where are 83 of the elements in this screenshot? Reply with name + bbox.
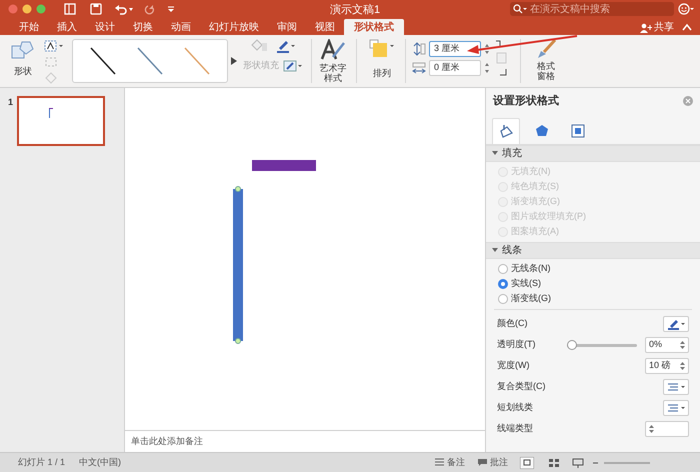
spinner-icon xyxy=(649,424,654,434)
slide-counter: 幻灯片 1 / 1 xyxy=(18,456,66,469)
width-icon xyxy=(412,61,426,75)
slide-thumbnail[interactable] xyxy=(17,96,106,146)
save-icon[interactable] xyxy=(90,3,102,15)
slider-thumb[interactable] xyxy=(567,340,577,350)
presenter-view-icon[interactable] xyxy=(572,458,584,468)
height-field[interactable]: 3 厘米 xyxy=(429,41,481,57)
window-title: 演示文稿1 xyxy=(330,2,380,18)
notes-button[interactable]: 备注 xyxy=(434,456,465,470)
number-field[interactable]: 10 磅 xyxy=(645,358,689,374)
gallery-more-icon[interactable] xyxy=(231,57,237,65)
pentagon-icon xyxy=(534,122,550,138)
shapes-icon xyxy=(11,39,35,61)
paintbrush-icon xyxy=(535,39,557,59)
caret-icon xyxy=(492,247,498,253)
property-label: 透明度(T) xyxy=(497,338,536,352)
share-button[interactable]: 共享 xyxy=(640,20,674,35)
ribbon-tab[interactable]: 开始 xyxy=(10,19,48,35)
pen-icon[interactable] xyxy=(275,39,297,53)
pane-title: 设置形状格式 xyxy=(493,94,559,109)
ribbon-tab[interactable]: 设计 xyxy=(86,19,124,35)
undo-icon[interactable] xyxy=(114,3,134,15)
letter-brush-icon xyxy=(320,39,346,61)
spinner-icon xyxy=(680,361,685,371)
property-label: 颜色(C) xyxy=(497,317,528,330)
shape-effects-icon[interactable] xyxy=(283,59,303,73)
ribbon-tab[interactable]: 插入 xyxy=(48,19,86,35)
sidebar-icon[interactable] xyxy=(64,3,76,15)
lines-icon xyxy=(667,403,685,413)
line-style-icon[interactable] xyxy=(88,46,117,76)
radio-option[interactable]: 实线(S) xyxy=(498,276,688,290)
width-field[interactable]: 0 厘米 xyxy=(429,60,481,76)
property-label: 线端类型 xyxy=(497,422,533,436)
redo-icon[interactable] xyxy=(144,3,156,15)
section-header[interactable]: 填充 xyxy=(486,144,700,162)
lines-icon xyxy=(667,382,685,392)
line-type-dropdown[interactable] xyxy=(663,379,689,395)
ribbon-tab[interactable]: 形状格式 xyxy=(344,19,404,35)
number-field[interactable] xyxy=(645,421,689,437)
spinner-icon xyxy=(680,340,685,350)
collapse-ribbon-icon[interactable] xyxy=(682,23,692,31)
grid-view-icon[interactable] xyxy=(548,458,560,468)
customize-caret-icon[interactable] xyxy=(166,4,176,14)
notes-icon xyxy=(434,458,445,467)
radio-option[interactable]: 渐变线(G) xyxy=(498,292,688,306)
comment-icon xyxy=(477,458,488,467)
transparency-field[interactable]: 0% xyxy=(645,337,689,353)
property-label: 复合类型(C) xyxy=(497,380,546,394)
section-header[interactable]: 线条 xyxy=(486,242,700,258)
line-type-dropdown[interactable] xyxy=(663,400,689,416)
property-label: 宽度(W) xyxy=(497,359,530,372)
pane-tab[interactable] xyxy=(492,118,520,144)
property-label: 短划线类 xyxy=(497,401,533,414)
arrange-button[interactable]: 排列 xyxy=(369,39,395,80)
normal-view-icon[interactable] xyxy=(520,456,534,468)
ribbon-tab[interactable]: 审阅 xyxy=(268,19,306,35)
format-pane-button[interactable]: 格式窗格 xyxy=(535,39,557,81)
smiley-icon[interactable] xyxy=(678,3,694,15)
search-field[interactable]: 在演示文稿中搜索 xyxy=(510,2,674,16)
selected-bar-shape[interactable] xyxy=(231,186,245,344)
text-box-icon[interactable] xyxy=(44,40,64,52)
height-icon xyxy=(412,42,426,56)
person-add-icon xyxy=(640,22,652,32)
ribbon-tab[interactable]: 视图 xyxy=(306,19,344,35)
slide-number: 1 xyxy=(8,96,14,109)
color-button[interactable] xyxy=(663,316,689,332)
spinner-icon[interactable] xyxy=(484,62,490,74)
ribbon-tab[interactable]: 切换 xyxy=(124,19,162,35)
notes-placeholder[interactable]: 单击此处添加备注 xyxy=(131,434,203,448)
annotation-arrow-icon xyxy=(465,34,579,56)
search-icon xyxy=(513,4,527,14)
comments-button[interactable]: 批注 xyxy=(477,456,508,470)
spinner-icon[interactable] xyxy=(484,43,490,55)
ribbon-tab[interactable]: 幻灯片放映 xyxy=(200,19,268,35)
layout-icon xyxy=(570,122,586,138)
language-label: 中文(中国) xyxy=(79,456,122,469)
shapes-button[interactable]: 形状 xyxy=(8,39,38,78)
radio-option[interactable]: 无线条(N) xyxy=(498,262,688,276)
caret-icon xyxy=(492,150,498,156)
wordart-styles-button[interactable]: 艺术字样式 xyxy=(318,39,348,83)
ribbon-tab[interactable]: 动画 xyxy=(162,19,200,35)
pen-icon xyxy=(667,318,685,330)
